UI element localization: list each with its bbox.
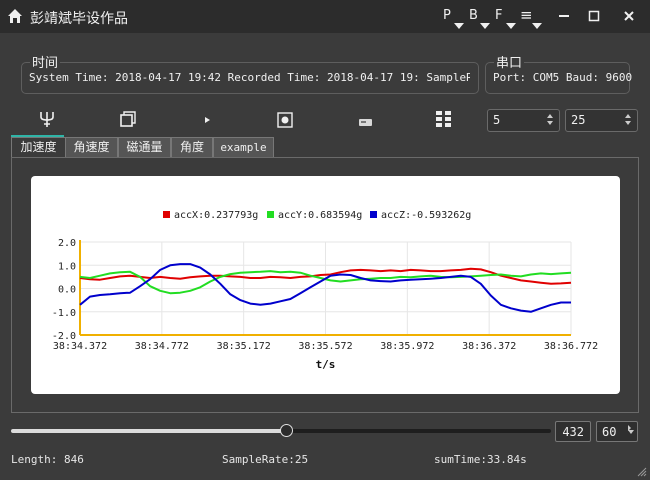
acceleration-chart: 2.01.00.0-1.0-2.038:34.372 38:34.772 38:35…: [52, 210, 598, 371]
spin-down-icon[interactable]: [547, 121, 553, 125]
x-tick-label: 38:36.772: [544, 341, 598, 352]
drive-icon[interactable]: [356, 112, 376, 132]
tab-magnetic-flux[interactable]: 磁通量: [118, 137, 171, 158]
spinbox-1-value: 5: [493, 113, 501, 127]
x-tick-label: 38:36.372: [462, 341, 516, 352]
menu-p-button[interactable]: P: [443, 8, 451, 23]
status-length: Length: 846: [11, 453, 84, 466]
x-tick-label: 38:35.572: [298, 341, 352, 352]
x-tick-label: 38:34.772: [135, 341, 189, 352]
spinbox-2-value: 25: [571, 113, 586, 127]
status-sum-time: sumTime:33.84s: [434, 453, 527, 466]
chevron-down-icon: [480, 23, 490, 29]
chevron-down-icon: [506, 23, 516, 29]
window-size-value: 60: [602, 425, 617, 439]
maximize-icon[interactable]: [585, 7, 603, 25]
time-group-title: 时间: [30, 52, 61, 71]
close-icon[interactable]: [620, 7, 638, 25]
hamburger-menu-button[interactable]: ≡: [520, 6, 533, 24]
serial-group-title: 串口: [494, 52, 525, 71]
spin-up-icon[interactable]: [547, 114, 553, 118]
window-title: 彭靖斌毕设作品: [30, 11, 128, 27]
time-info-text: System Time: 2018-04-17 19:42 Recorded T…: [29, 71, 470, 84]
spinbox-1[interactable]: 5: [487, 109, 560, 132]
minimize-icon[interactable]: [555, 7, 573, 25]
tab-angle[interactable]: 角度: [171, 137, 213, 158]
title-bar: 彭靖斌毕设作品 P B F ≡: [0, 0, 650, 33]
spinbox-2[interactable]: 25: [565, 109, 638, 132]
spin-down-icon[interactable]: [625, 121, 631, 125]
spin-down-icon[interactable]: [628, 430, 634, 434]
legend-entry: accY:0.683594g: [278, 210, 362, 221]
menu-f-button[interactable]: F: [495, 8, 502, 23]
tab-acceleration[interactable]: 加速度: [11, 137, 66, 158]
x-tick-label: 38:35.972: [380, 341, 434, 352]
tab-angular-velocity[interactable]: 角速度: [65, 137, 118, 158]
chart-area: 2.0 1.0 0.0 -1.0 -2.0 38:34.372 38:34.772 38:35…: [31, 176, 620, 394]
position-value-box[interactable]: 432: [555, 421, 591, 442]
slider-fill: [11, 429, 287, 433]
window-copy-icon[interactable]: [117, 110, 137, 130]
y-tick-label: 1.0: [58, 261, 76, 272]
slider-handle[interactable]: [280, 424, 294, 437]
legend-swatch: [267, 211, 274, 218]
status-sample-rate: SampleRate:25: [222, 453, 309, 466]
legend-swatch: [163, 211, 170, 218]
timeline-slider[interactable]: [11, 424, 551, 437]
y-tick-label: 0.0: [58, 285, 76, 296]
home-icon: [8, 9, 22, 23]
chevron-down-icon: [454, 23, 464, 29]
grid-icon[interactable]: [434, 109, 454, 129]
resize-grip-icon[interactable]: [637, 467, 647, 477]
position-value: 432: [562, 425, 584, 439]
y-tick-label: -1.0: [52, 308, 76, 319]
spin-up-icon[interactable]: [625, 114, 631, 118]
x-axis-label: t/s: [316, 358, 336, 371]
record-icon[interactable]: [275, 110, 295, 130]
trident-icon[interactable]: [37, 109, 57, 129]
window-size-combo[interactable]: 60: [596, 421, 638, 442]
chevron-down-icon: [532, 23, 542, 29]
legend-entry: accX:0.237793g: [174, 210, 258, 221]
legend-entry: accZ:-0.593262g: [381, 210, 471, 221]
tab-example[interactable]: example: [213, 137, 274, 158]
legend-swatch: [370, 211, 377, 218]
play-icon[interactable]: [198, 110, 218, 130]
x-tick-label: 38:35.172: [217, 341, 271, 352]
x-tick-label: 38:34.372: [53, 341, 107, 352]
menu-b-button[interactable]: B: [469, 8, 478, 23]
serial-info-text: Port: COM5 Baud: 9600: [493, 71, 633, 84]
y-tick-label: 2.0: [58, 238, 76, 249]
